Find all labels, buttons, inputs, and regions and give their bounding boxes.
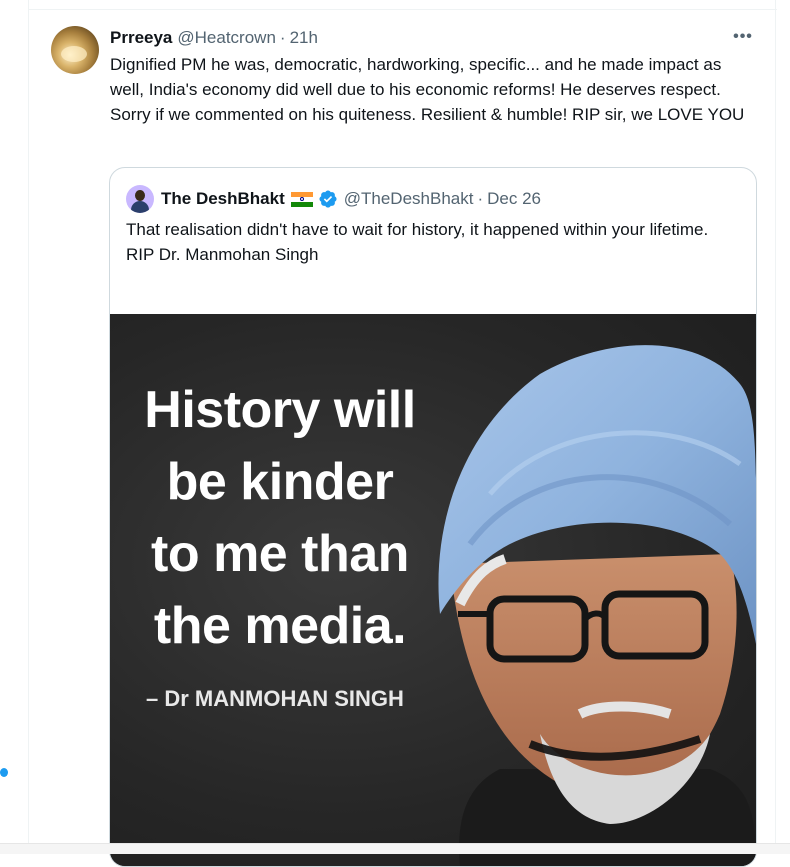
- tweet[interactable]: Prreeya @Heatcrown · 21h ••• Dignified P…: [29, 10, 777, 867]
- bottom-bar: [0, 843, 790, 854]
- quote-text-block: History will be kinder to me than the me…: [130, 374, 430, 662]
- quoted-text-line: That realisation didn't have to wait for…: [126, 220, 709, 239]
- avatar[interactable]: [51, 26, 99, 74]
- quoted-display-name[interactable]: The DeshBhakt: [161, 189, 285, 209]
- quoted-user-handle[interactable]: @TheDeshBhakt: [344, 189, 474, 209]
- quote-image[interactable]: History will be kinder to me than the me…: [110, 314, 756, 866]
- quoted-tweet-text: That realisation didn't have to wait for…: [126, 217, 736, 267]
- india-flag-icon: [290, 191, 313, 207]
- quote-attribution: – Dr MANMOHAN SINGH: [146, 686, 404, 711]
- user-handle[interactable]: @Heatcrown: [177, 28, 276, 48]
- quoted-avatar[interactable]: [126, 185, 154, 213]
- separator: ·: [279, 28, 286, 47]
- timestamp[interactable]: 21h: [290, 28, 318, 48]
- notification-dot: [0, 768, 8, 777]
- verified-badge-icon: [318, 189, 338, 209]
- quoted-date[interactable]: Dec 26: [487, 189, 541, 209]
- quote-line: to me than: [151, 525, 409, 583]
- timeline: Prreeya @Heatcrown · 21h ••• Dignified P…: [28, 0, 777, 867]
- quoted-tweet[interactable]: The DeshBhakt @TheDeshBhakt · Dec 26 Tha…: [109, 167, 757, 867]
- separator: ·: [477, 189, 484, 208]
- left-gutter: [0, 0, 28, 853]
- display-name[interactable]: Prreeya: [110, 28, 172, 48]
- quoted-text-line: RIP Dr. Manmohan Singh: [126, 245, 319, 264]
- tweet-text: Dignified PM he was, democratic, hardwor…: [110, 55, 745, 124]
- more-options-icon[interactable]: •••: [729, 26, 757, 48]
- tweet-header: Prreeya @Heatcrown · 21h: [110, 26, 318, 50]
- quote-line: the media.: [153, 597, 407, 655]
- quoted-tweet-header: The DeshBhakt @TheDeshBhakt · Dec 26: [126, 184, 541, 214]
- quote-line: be kinder: [166, 453, 394, 511]
- quote-line: History will: [144, 381, 416, 439]
